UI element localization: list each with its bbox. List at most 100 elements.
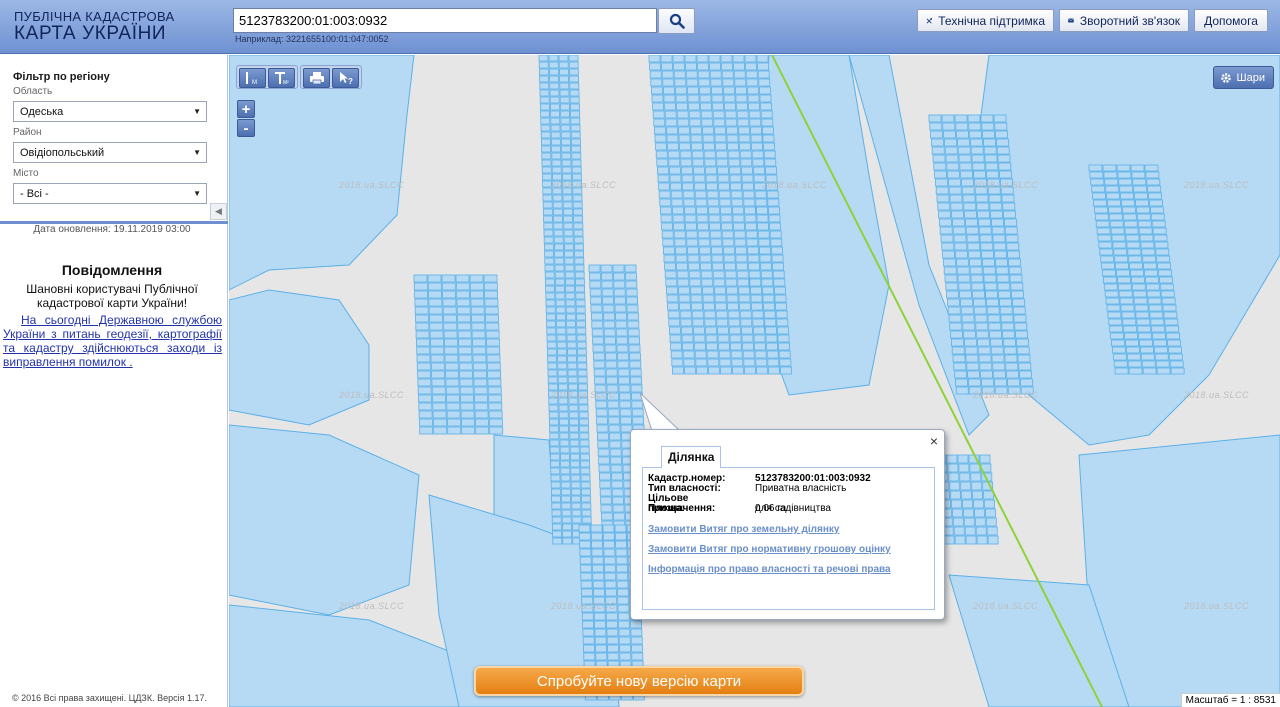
parcel xyxy=(683,198,696,207)
parcel xyxy=(1165,325,1180,333)
parcel xyxy=(543,222,554,230)
parcel xyxy=(1012,298,1025,307)
parcel xyxy=(489,426,504,435)
parcel xyxy=(736,262,749,271)
oblast-select[interactable]: Одеська ▼ xyxy=(13,101,207,122)
parcel xyxy=(959,472,971,482)
close-icon[interactable]: × xyxy=(930,433,938,449)
parcel xyxy=(749,278,762,287)
parcel xyxy=(547,362,558,370)
layers-button[interactable]: Шари xyxy=(1212,66,1274,89)
parcel xyxy=(574,257,585,265)
parcel xyxy=(679,142,692,151)
parcel xyxy=(572,201,583,209)
parcel xyxy=(567,362,578,370)
parcel xyxy=(673,70,686,79)
parcel xyxy=(680,318,693,327)
search-button[interactable] xyxy=(658,8,695,34)
try-new-version-button[interactable]: Спробуйте нову версію карти xyxy=(474,666,804,696)
parcel xyxy=(748,102,760,111)
parcel xyxy=(456,298,471,307)
parcel xyxy=(954,242,968,251)
order-valuation-link[interactable]: Замовити Витяг про нормативну грошову оц… xyxy=(648,544,891,555)
parcel xyxy=(616,588,629,597)
tab-parcel[interactable]: Ділянка xyxy=(661,446,722,468)
help-button[interactable]: Допомога xyxy=(1194,9,1268,32)
feedback-button[interactable]: Зворотний зв'язок xyxy=(1059,9,1189,32)
parcel xyxy=(611,488,624,497)
notice-link[interactable]: На сьогодні Державною службою України з … xyxy=(3,313,222,369)
parcel xyxy=(630,384,643,393)
parcel xyxy=(719,206,732,215)
parcel xyxy=(775,310,788,319)
parcel xyxy=(1116,269,1130,277)
parcel xyxy=(598,464,611,473)
site-logo[interactable]: ПУБЛІЧНА КАДАСТРОВА КАРТА УКРАЇНИ xyxy=(14,10,174,44)
parcel xyxy=(576,341,587,349)
parcel xyxy=(593,360,606,369)
parcel xyxy=(943,535,955,545)
parcel xyxy=(484,306,499,315)
parcel xyxy=(1119,297,1134,305)
parcel xyxy=(697,230,710,239)
parcel xyxy=(948,314,962,323)
parcel xyxy=(701,286,714,295)
zoom-in-button[interactable]: + xyxy=(237,100,255,118)
parcel xyxy=(978,218,991,227)
parcel xyxy=(543,215,554,223)
misto-select[interactable]: - Всі - ▼ xyxy=(13,183,207,204)
parcel xyxy=(760,270,773,279)
parcel xyxy=(720,214,733,223)
parcel xyxy=(739,302,752,311)
search-hint: Наприклад: 3221655100:01:047:0052 xyxy=(235,34,389,44)
parcel xyxy=(1121,199,1135,207)
order-extract-link[interactable]: Замовити Витяг про земельну ділянку xyxy=(648,524,839,535)
collapse-panel-button[interactable]: ◀ xyxy=(210,203,227,220)
print-button[interactable] xyxy=(303,68,330,88)
measure-distance-button[interactable]: M xyxy=(239,68,266,88)
tech-support-button[interactable]: Технічна підтримка xyxy=(917,9,1054,32)
parcel xyxy=(961,178,974,187)
parcel xyxy=(618,620,631,629)
cadastral-search-input[interactable] xyxy=(233,8,657,33)
ownership-info-link[interactable]: Інформація про право власності та речові… xyxy=(648,564,891,575)
parcel xyxy=(712,102,725,111)
parcel xyxy=(593,612,606,621)
parcel xyxy=(414,290,429,299)
parcel xyxy=(698,78,711,87)
watermark: 2018.ua.SLCC xyxy=(1184,390,1250,400)
info-key: Площа: xyxy=(648,503,685,514)
feedback-label: Зворотний зв'язок xyxy=(1079,13,1180,28)
parcel xyxy=(996,274,1010,283)
zoom-out-button[interactable]: - xyxy=(237,119,255,137)
map-canvas[interactable]: 2018.ua.SLCC 2018.ua.SLCC 2018.ua.SLCC 2… xyxy=(229,55,1280,707)
raion-select[interactable]: Овідіопольський ▼ xyxy=(13,142,207,163)
parcel xyxy=(1092,192,1106,200)
parcel xyxy=(1003,346,1017,355)
parcel xyxy=(1111,339,1125,347)
parcel xyxy=(597,448,610,457)
parcel xyxy=(664,102,677,111)
parcel xyxy=(459,370,474,379)
parcel xyxy=(685,70,698,79)
parcel xyxy=(1119,185,1134,193)
parcel xyxy=(977,210,990,219)
identify-button[interactable]: ? xyxy=(332,68,359,88)
measure-area-button[interactable]: M² xyxy=(268,68,295,88)
parcel xyxy=(1096,227,1111,235)
parcel xyxy=(664,110,677,119)
parcel xyxy=(724,270,737,279)
parcel xyxy=(1121,311,1136,319)
parcel xyxy=(487,378,502,387)
parcel xyxy=(540,110,551,118)
parcel xyxy=(686,238,699,247)
parcel xyxy=(1126,241,1141,249)
parcel xyxy=(458,362,473,371)
parcel xyxy=(415,330,430,339)
parcel xyxy=(996,138,1009,147)
parcel xyxy=(541,166,552,174)
parcel xyxy=(954,370,967,379)
parcel xyxy=(432,410,447,419)
parcel xyxy=(761,278,774,287)
parcel xyxy=(697,70,710,79)
